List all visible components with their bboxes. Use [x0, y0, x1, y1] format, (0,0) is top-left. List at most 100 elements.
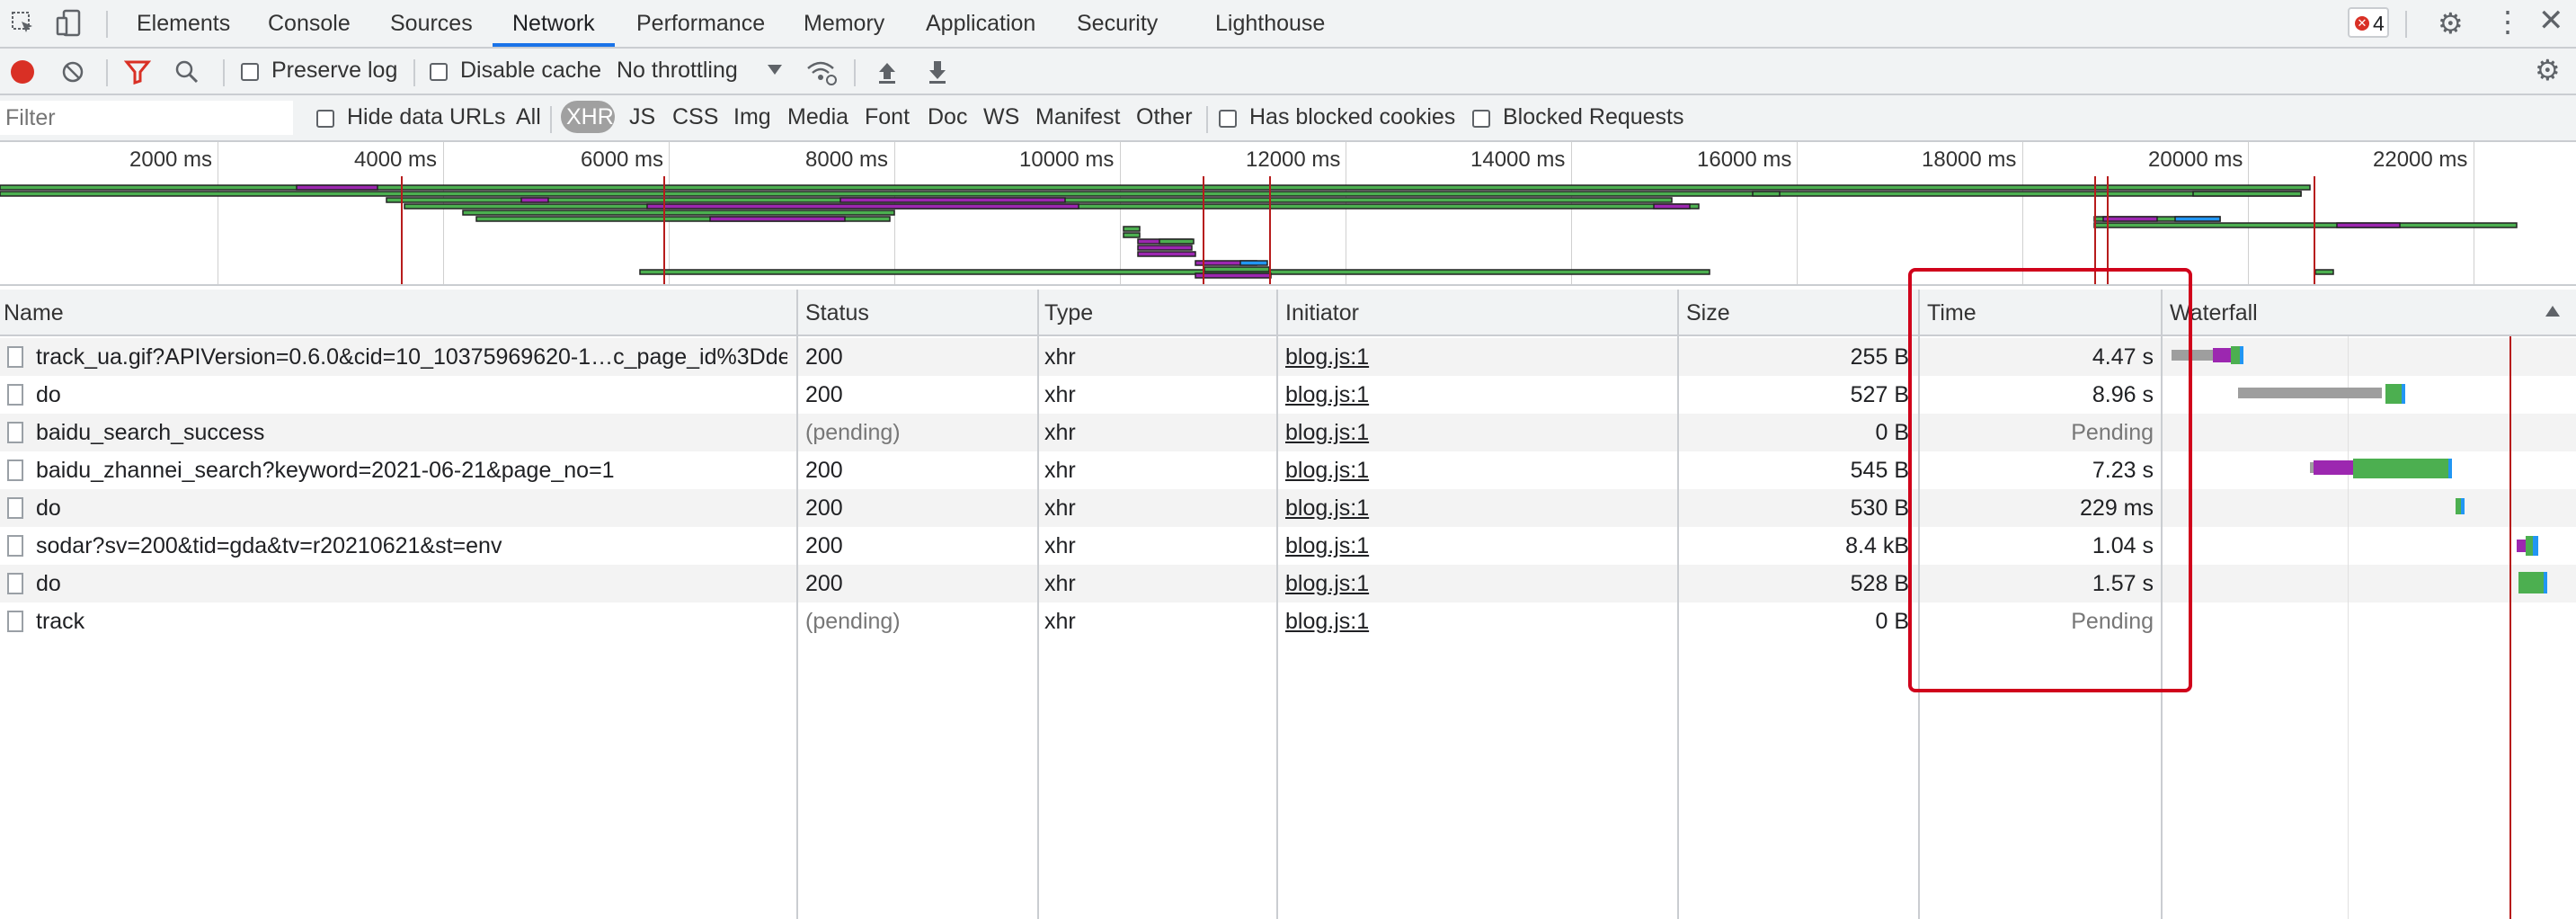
initiator-link[interactable]: blog.js:1 [1285, 451, 1663, 489]
overview-tick: 4000 ms [354, 147, 438, 172]
initiator-link[interactable]: blog.js:1 [1285, 602, 1663, 640]
export-har-icon[interactable] [926, 59, 949, 85]
filter-type-other[interactable]: Other [1136, 104, 1193, 130]
tab-network[interactable]: Network [493, 0, 615, 47]
file-icon [7, 611, 23, 632]
tab-memory[interactable]: Memory [804, 0, 884, 47]
network-toolbar: Preserve log Disable cache No throttling… [0, 49, 2576, 95]
column-header-status[interactable]: Status [805, 290, 869, 336]
separator [2405, 11, 2407, 38]
hide-data-urls-checkbox[interactable] [316, 110, 334, 128]
initiator-link[interactable]: blog.js:1 [1285, 376, 1663, 414]
request-type: xhr [1044, 571, 1076, 596]
column-divider[interactable] [1276, 290, 1278, 919]
initiator-link[interactable]: blog.js:1 [1285, 489, 1663, 527]
network-conditions-icon[interactable] [805, 58, 838, 86]
throttling-value: No throttling [617, 58, 738, 83]
chevron-down-icon [768, 65, 782, 75]
waterfall-bars [2172, 346, 2547, 593]
settings-gear-icon[interactable]: ⚙ [2438, 9, 2464, 38]
request-name: baidu_search_success [36, 420, 265, 445]
filter-type-css[interactable]: CSS [672, 104, 718, 130]
hide-data-urls-label: Hide data URLs [347, 104, 506, 129]
filter-type-all[interactable]: All [516, 104, 541, 130]
request-name: track [36, 609, 85, 634]
search-icon[interactable] [174, 59, 200, 85]
preserve-log-label: Preserve log [271, 58, 398, 83]
request-size: 530 B [1850, 495, 1909, 521]
devtools-tabbar: Elements Console Sources Network Perform… [0, 0, 2576, 49]
filter-type-img[interactable]: Img [733, 104, 771, 130]
file-icon [7, 573, 23, 594]
network-settings-gear-icon[interactable]: ⚙ [2535, 56, 2561, 85]
throttling-select[interactable]: No throttling [615, 56, 786, 88]
initiator-link[interactable]: blog.js:1 [1285, 338, 1663, 376]
record-icon[interactable] [11, 60, 34, 84]
request-name: sodar?sv=200&tid=gda&tv=r20210621&st=env [36, 533, 502, 558]
request-status: 200 [805, 533, 843, 558]
filter-type-js[interactable]: JS [629, 104, 655, 130]
has-blocked-cookies-checkbox[interactable] [1219, 110, 1237, 128]
overview-tick: 6000 ms [581, 147, 664, 172]
filter-type-manifest[interactable]: Manifest [1035, 104, 1120, 130]
separator [854, 59, 856, 86]
overview-tick: 20000 ms [2148, 147, 2243, 172]
column-divider[interactable] [1037, 290, 1039, 919]
tab-security[interactable]: Security [1077, 0, 1158, 47]
initiator-link[interactable]: blog.js:1 [1285, 565, 1663, 602]
file-icon [7, 384, 23, 406]
overview-tick: 2000 ms [129, 147, 213, 172]
preserve-log-checkbox[interactable] [241, 63, 259, 81]
filter-type-media[interactable]: Media [787, 104, 848, 130]
request-status: 200 [805, 344, 843, 370]
tab-lighthouse[interactable]: Lighthouse [1215, 0, 1325, 47]
request-name: track_ua.gif?APIVersion=0.6.0&cid=10_103… [36, 344, 787, 370]
filter-icon[interactable] [123, 59, 152, 85]
column-header-initiator[interactable]: Initiator [1285, 290, 1359, 336]
tab-performance[interactable]: Performance [636, 0, 765, 47]
filter-input[interactable] [0, 101, 293, 135]
disable-cache-checkbox[interactable] [430, 63, 448, 81]
request-status: 200 [805, 458, 843, 483]
more-options-icon[interactable]: ⋮ [2493, 7, 2522, 36]
load-event-marker [2314, 176, 2315, 284]
separator [550, 106, 552, 133]
network-overview[interactable]: 2000 ms 4000 ms 6000 ms 8000 ms 10000 ms… [0, 142, 2576, 286]
request-type: xhr [1044, 533, 1076, 558]
request-name: do [36, 495, 61, 521]
tab-application[interactable]: Application [926, 0, 1035, 47]
device-toolbar-icon[interactable] [56, 9, 83, 38]
request-type: xhr [1044, 495, 1076, 521]
blocked-requests-checkbox[interactable] [1472, 110, 1490, 128]
sort-ascending-icon[interactable] [2545, 306, 2560, 317]
inspect-element-icon[interactable] [11, 11, 36, 36]
close-icon[interactable]: ✕ [2538, 5, 2564, 36]
request-size: 8.4 kB [1845, 533, 1909, 558]
filter-type-font[interactable]: Font [865, 104, 910, 130]
dom-content-loaded-marker [401, 176, 403, 284]
error-counter[interactable]: ✕ 4 [2348, 7, 2389, 38]
column-header-name[interactable]: Name [4, 290, 64, 336]
tab-sources[interactable]: Sources [390, 0, 473, 47]
request-size: 0 B [1875, 609, 1909, 634]
column-divider[interactable] [796, 290, 798, 919]
request-name: baidu_zhannei_search?keyword=2021-06-21&… [36, 458, 615, 483]
filter-type-doc[interactable]: Doc [928, 104, 967, 130]
tab-elements[interactable]: Elements [137, 0, 230, 47]
file-icon [7, 422, 23, 443]
initiator-link[interactable]: blog.js:1 [1285, 527, 1663, 565]
filter-type-ws[interactable]: WS [983, 104, 1019, 130]
request-status: 200 [805, 495, 843, 521]
separator [413, 59, 415, 86]
initiator-link[interactable]: blog.js:1 [1285, 414, 1663, 451]
tab-console[interactable]: Console [268, 0, 351, 47]
import-har-icon[interactable] [875, 59, 899, 85]
column-divider[interactable] [1677, 290, 1679, 919]
column-header-size[interactable]: Size [1686, 290, 1730, 336]
load-event-marker [1269, 176, 1271, 284]
request-size: 0 B [1875, 420, 1909, 445]
has-blocked-cookies-label: Has blocked cookies [1249, 104, 1456, 129]
column-header-type[interactable]: Type [1044, 290, 1093, 336]
request-status: 200 [805, 382, 843, 407]
clear-icon[interactable] [61, 60, 84, 84]
